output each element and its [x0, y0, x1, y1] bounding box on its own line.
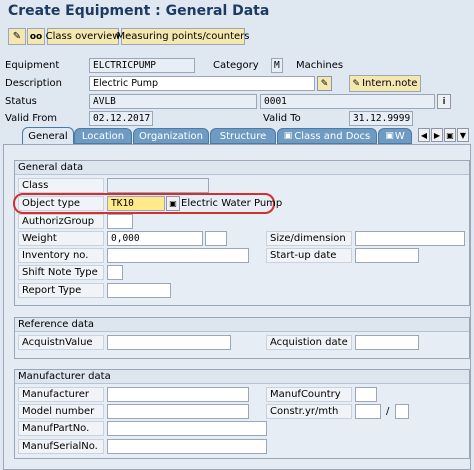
report-type-field[interactable] [107, 283, 171, 298]
size-dimension-field[interactable] [355, 231, 465, 246]
valid-to-label: Valid To [263, 113, 301, 124]
manuf-country-label: ManufCountry [266, 387, 352, 402]
tab-list-icon: ▣ [446, 130, 454, 140]
tab-structure[interactable]: Structure [210, 128, 276, 144]
tab-scroll-left-button[interactable]: ◀ [418, 128, 430, 142]
triangle-left-icon: ◀ [420, 130, 428, 140]
class-label: Class [18, 178, 104, 193]
constr-year-field[interactable] [355, 404, 381, 419]
measuring-points-button[interactable]: Measuring points/counters [117, 28, 250, 45]
display-change-button[interactable]: ✎ [8, 28, 26, 45]
valid-from-label: Valid From [5, 113, 58, 124]
category-label: Category [213, 60, 259, 71]
edit-text-icon: ✎ [320, 78, 329, 89]
shift-note-type-field[interactable] [107, 265, 123, 280]
status-field-2[interactable]: 0001 [260, 94, 435, 109]
tab-w-icon: ▣ [385, 131, 394, 141]
manuf-part-no-field[interactable] [107, 421, 267, 436]
start-up-date-label: Start-up date [266, 248, 352, 263]
acquistn-value-field[interactable] [107, 335, 231, 350]
object-type-field[interactable]: TK10 [107, 196, 165, 211]
acquistn-value-label: AcquistnValue [18, 335, 104, 350]
weight-label: Weight [18, 231, 104, 246]
tab-menu-button[interactable]: ▼ [457, 128, 469, 142]
constr-month-field[interactable] [395, 404, 409, 419]
equipment-label: Equipment [5, 60, 60, 71]
tab-scroll-right-button[interactable]: ▶ [431, 128, 443, 142]
acquistion-date-field[interactable] [355, 335, 419, 350]
long-text-button[interactable]: ✎ [317, 76, 332, 91]
weight-field[interactable]: 0,000 [107, 231, 203, 246]
manufacturer-data-title: Manufacturer data [15, 370, 469, 384]
inventory-no-label: Inventory no. [18, 248, 104, 263]
object-type-text: Electric Water Pump [181, 198, 283, 209]
class-overview-button[interactable]: Class overview [46, 28, 120, 45]
description-field[interactable]: Electric Pump [89, 76, 315, 91]
general-data-title: General data [15, 161, 469, 175]
intern-note-label: Intern.note [362, 78, 418, 89]
tab-w-label: W [394, 130, 405, 142]
search-help-icon: ▣ [169, 199, 177, 208]
size-dimension-label: Size/dimension [266, 231, 352, 246]
category-field[interactable]: M [271, 58, 283, 73]
equipment-field[interactable]: ELCTRICPUMP [89, 58, 195, 73]
valid-from-field[interactable]: 02.12.2017 [89, 111, 153, 126]
description-label: Description [5, 78, 62, 89]
tab-location[interactable]: Location [74, 128, 132, 144]
tab-w[interactable]: ▣ W [378, 128, 412, 144]
category-text: Machines [296, 60, 344, 71]
tab-organization[interactable]: Organization [133, 128, 209, 144]
manuf-serial-no-field[interactable] [107, 439, 267, 454]
status-field[interactable]: AVLB [89, 94, 257, 109]
note-icon: ✎ [352, 78, 361, 89]
inventory-no-field[interactable] [107, 248, 249, 263]
glasses-icon: oo [29, 31, 43, 42]
manuf-country-field[interactable] [355, 387, 377, 402]
glasses-pencil-icon: ✎ [12, 31, 22, 42]
triangle-right-icon: ▶ [433, 130, 441, 140]
shift-note-type-label: Shift Note Type [18, 265, 104, 280]
status-info-button[interactable]: i [437, 94, 451, 109]
constr-yr-mth-label: Constr.yr/mth [266, 404, 352, 419]
authoriz-group-field[interactable] [107, 214, 133, 229]
object-type-search-button[interactable]: ▣ [166, 196, 180, 211]
display-button[interactable]: oo [27, 28, 45, 45]
authoriz-group-label: AuthorizGroup [18, 214, 104, 229]
object-type-label: Object type [18, 196, 104, 211]
tab-class-and-docs-label: Class and Docs [294, 130, 371, 142]
info-icon: i [442, 96, 446, 107]
constr-separator: / [386, 406, 390, 417]
status-label: Status [5, 96, 37, 107]
manuf-part-no-label: ManufPartNo. [18, 421, 104, 436]
class-field[interactable] [107, 178, 209, 193]
valid-to-field[interactable]: 31.12.9999 [349, 111, 413, 126]
start-up-date-field[interactable] [355, 248, 419, 263]
manuf-serial-no-label: ManufSerialNo. [18, 439, 104, 454]
intern-note-button[interactable]: ✎ Intern.note [349, 75, 421, 92]
model-number-field[interactable] [107, 404, 249, 419]
class-docs-icon: ▣ [283, 131, 293, 141]
weight-unit-field[interactable] [205, 231, 227, 246]
manufacturer-label: Manufacturer [18, 387, 104, 402]
acquistion-date-label: Acquistion date [266, 335, 352, 350]
model-number-label: Model number [18, 404, 104, 419]
tab-list-button[interactable]: ▣ [444, 128, 456, 142]
tab-general[interactable]: General [22, 127, 74, 145]
menu-icon: ▼ [459, 130, 467, 140]
page-title: Create Equipment : General Data [8, 3, 270, 19]
manufacturer-field[interactable] [107, 387, 249, 402]
tab-class-and-docs[interactable]: ▣ Class and Docs [277, 128, 377, 144]
report-type-label: Report Type [18, 283, 104, 298]
reference-data-title: Reference data [15, 318, 469, 332]
